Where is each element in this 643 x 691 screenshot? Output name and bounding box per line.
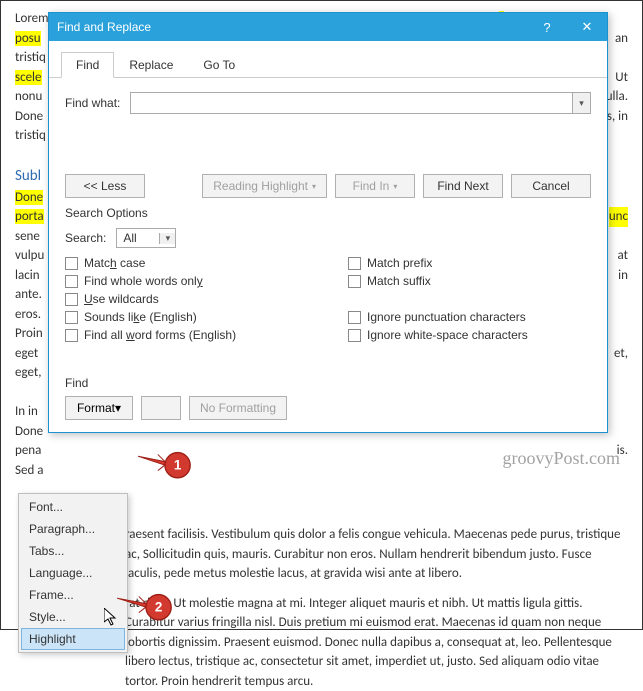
close-icon[interactable]: ✕ — [567, 13, 607, 41]
highlighted-text: porta — [15, 209, 44, 224]
highlighted-text: Done — [15, 190, 43, 205]
find-next-button[interactable]: Find Next — [423, 174, 503, 198]
special-button[interactable] — [141, 396, 181, 420]
word-forms-label: Find all word forms (English) — [84, 328, 236, 342]
find-section-label: Find — [65, 376, 591, 390]
find-what-input[interactable] — [131, 93, 572, 113]
ignore-white-label: Ignore white-space characters — [367, 328, 528, 342]
match-prefix-checkbox[interactable] — [348, 257, 361, 270]
ignore-punct-checkbox[interactable] — [348, 311, 361, 324]
ignore-punct-label: Ignore punctuation characters — [367, 310, 526, 324]
search-direction-label: Search: — [65, 231, 106, 245]
find-what-label: Find what: — [65, 96, 120, 110]
find-replace-dialog: Find and Replace ? ✕ Find Replace Go To … — [48, 12, 608, 433]
doc-paragraph: rat risus. Ut molestie magna at mi. Inte… — [125, 594, 628, 691]
search-options-label: Search Options — [65, 206, 591, 220]
menu-item-paragraph[interactable]: Paragraph... — [21, 518, 125, 540]
highlighted-text: scele — [15, 70, 42, 85]
dialog-title: Find and Replace — [57, 20, 151, 34]
word-forms-checkbox[interactable] — [65, 329, 78, 342]
doc-heading: Subl — [15, 167, 41, 185]
no-formatting-button[interactable]: No Formatting — [189, 396, 287, 420]
format-button[interactable]: Format▾ — [65, 396, 133, 420]
match-case-checkbox[interactable] — [65, 257, 78, 270]
wildcards-checkbox[interactable] — [65, 293, 78, 306]
find-what-combobox[interactable]: ▾ — [130, 92, 591, 114]
wildcards-label: Use wildcards — [84, 292, 159, 306]
menu-item-language[interactable]: Language... — [21, 562, 125, 584]
match-suffix-checkbox[interactable] — [348, 275, 361, 288]
menu-item-frame[interactable]: Frame... — [21, 584, 125, 606]
sounds-like-checkbox[interactable] — [65, 311, 78, 324]
whole-words-label: Find whole words only — [84, 274, 203, 288]
reading-highlight-button[interactable]: Reading Highlight▾ — [202, 174, 327, 198]
match-suffix-label: Match suffix — [367, 274, 431, 288]
tab-goto[interactable]: Go To — [188, 52, 250, 78]
menu-item-font[interactable]: Font... — [21, 496, 125, 518]
ignore-white-checkbox[interactable] — [348, 329, 361, 342]
whole-words-checkbox[interactable] — [65, 275, 78, 288]
menu-item-tabs[interactable]: Tabs... — [21, 540, 125, 562]
tab-find[interactable]: Find — [61, 52, 114, 78]
sounds-like-label: Sounds like (English) — [84, 310, 197, 324]
chevron-down-icon: ▾ — [115, 401, 121, 415]
dialog-titlebar[interactable]: Find and Replace ? ✕ — [49, 13, 607, 41]
match-prefix-label: Match prefix — [367, 256, 432, 270]
match-case-label: Match case — [84, 256, 145, 270]
find-in-button[interactable]: Find In▾ — [335, 174, 415, 198]
chevron-down-icon[interactable]: ▾ — [159, 233, 175, 244]
tab-replace[interactable]: Replace — [114, 52, 188, 78]
help-icon[interactable]: ? — [527, 13, 567, 41]
menu-item-style[interactable]: Style... — [21, 606, 125, 628]
chevron-down-icon[interactable]: ▾ — [572, 93, 590, 113]
highlighted-text: posu — [15, 31, 41, 46]
less-button[interactable]: << Less — [65, 174, 145, 198]
cancel-button[interactable]: Cancel — [511, 174, 591, 198]
highlighted-text: unc — [609, 207, 628, 227]
doc-paragraph: raesent facilisis. Vestibulum quis dolor… — [125, 525, 628, 584]
format-dropdown-menu: Font... Paragraph... Tabs... Language...… — [18, 493, 128, 653]
search-direction-select[interactable]: All ▾ — [116, 228, 176, 248]
menu-item-highlight[interactable]: Highlight — [21, 628, 125, 650]
